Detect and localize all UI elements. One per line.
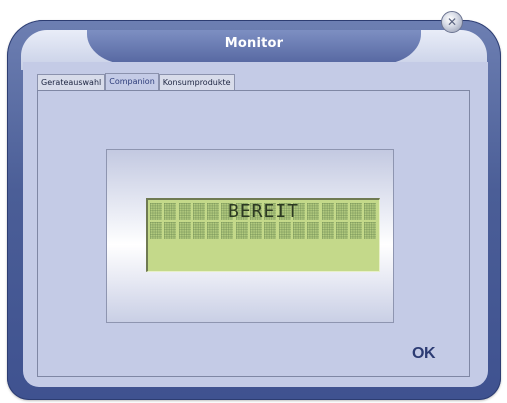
- lcd-cell: [150, 222, 162, 239]
- lcd-cell: [335, 222, 348, 239]
- window-title: Monitor: [224, 36, 284, 51]
- ok-button[interactable]: OK: [412, 345, 436, 363]
- close-button[interactable]: ✕: [441, 11, 463, 33]
- lcd-cell: [207, 222, 220, 239]
- tab-bar: Gerateauswahl Companion Konsumprodukte: [37, 73, 235, 90]
- lcd-cell: [278, 222, 291, 239]
- lcd-cell: [350, 222, 363, 239]
- close-icon: ✕: [446, 15, 458, 29]
- tab-konsumprodukte[interactable]: Konsumprodukte: [158, 74, 235, 90]
- lcd-cell: [164, 222, 177, 239]
- lcd-cell: [307, 222, 320, 239]
- lcd-cell: [250, 222, 263, 239]
- lcd-status-text: BEREIT: [227, 201, 300, 222]
- lcd-cell: [264, 222, 277, 239]
- lcd-cell: [192, 222, 205, 239]
- lcd-cell: [321, 222, 334, 239]
- tab-companion[interactable]: Companion: [105, 73, 159, 90]
- tab-gerateauswahl[interactable]: Gerateauswahl: [37, 74, 106, 90]
- lcd-cell: [178, 222, 191, 239]
- lcd-cell: [292, 222, 305, 239]
- lcd-display: BEREIT: [146, 198, 380, 272]
- lcd-cell: [235, 222, 248, 239]
- lcd-cell: [364, 222, 377, 239]
- lcd-cell: [221, 222, 234, 239]
